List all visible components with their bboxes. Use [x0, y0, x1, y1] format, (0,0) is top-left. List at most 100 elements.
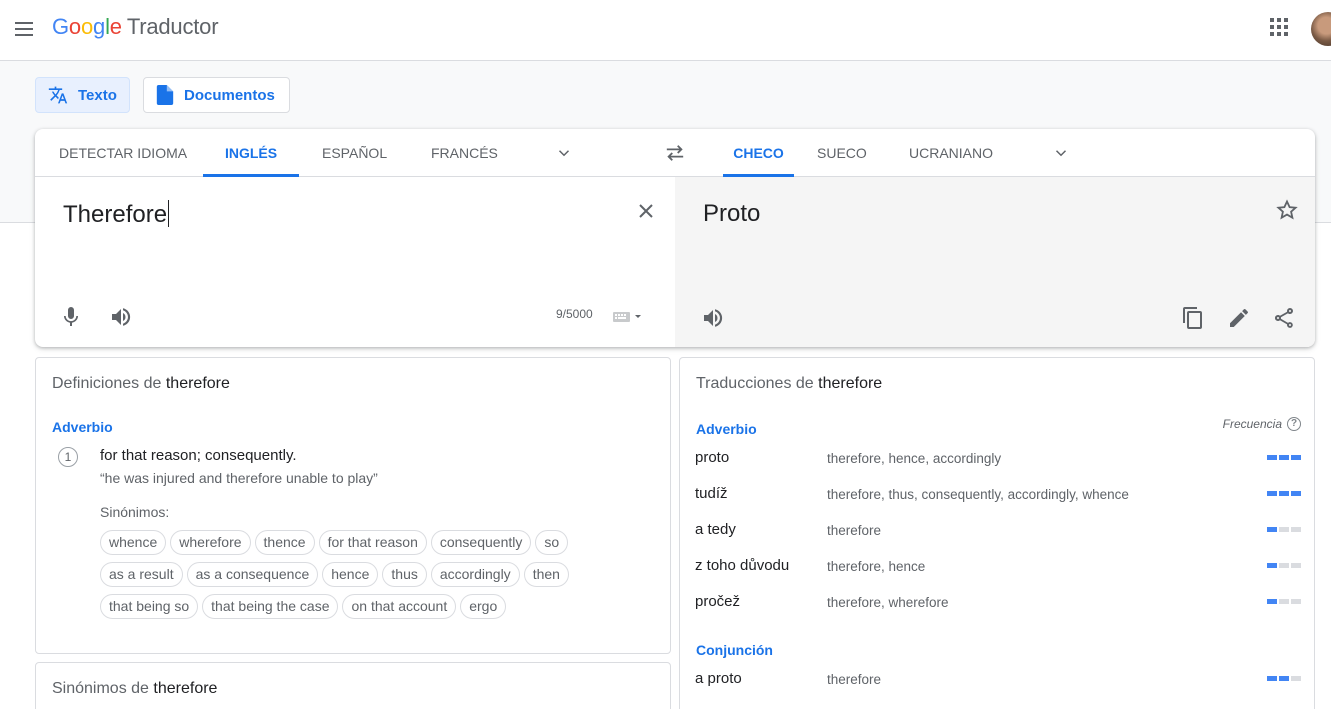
- microphone-icon[interactable]: [59, 305, 83, 329]
- google-translate-logo[interactable]: Google Traductor: [52, 14, 219, 40]
- user-avatar[interactable]: [1311, 12, 1331, 46]
- frequency-segment: [1279, 599, 1289, 604]
- share-translation-icon[interactable]: [1272, 306, 1296, 330]
- translation-word[interactable]: z toho důvodu: [695, 557, 789, 574]
- translation-back-synonyms: therefore: [827, 523, 882, 538]
- translations-panel: Traducciones de therefore Frecuencia ? A…: [679, 357, 1315, 709]
- help-question-icon[interactable]: ?: [1287, 417, 1301, 431]
- translation-row: proto therefore, hence, accordingly: [680, 449, 1314, 485]
- translation-back-synonyms: therefore, hence, accordingly: [827, 451, 1002, 466]
- translation-word[interactable]: tudíž: [695, 485, 728, 502]
- source-more-languages-chevron-down-icon[interactable]: [555, 144, 573, 162]
- translation-part-of-speech: Adverbio: [696, 421, 757, 437]
- product-name: Traductor: [126, 14, 219, 39]
- frequency-segment: [1267, 455, 1277, 460]
- documents-mode-button[interactable]: Documentos: [143, 77, 290, 113]
- definitions-title-prefix: Definiciones de: [52, 375, 162, 392]
- synonym-chip[interactable]: on that account: [342, 594, 457, 619]
- edit-translation-pencil-icon[interactable]: [1227, 306, 1251, 330]
- logo-letter: G: [52, 14, 69, 39]
- synonym-chip[interactable]: then: [523, 562, 569, 587]
- frequency-bar: [1267, 563, 1301, 568]
- synonyms-label: Sinónimos:: [100, 504, 170, 520]
- text-caret: [168, 200, 170, 227]
- swap-languages-icon[interactable]: [664, 143, 686, 163]
- translations-title-word: therefore: [818, 375, 883, 392]
- tab-source-spanish[interactable]: ESPAÑOL: [322, 129, 387, 177]
- source-text: Therefore: [63, 201, 168, 228]
- target-pane: Proto: [675, 177, 1315, 347]
- translation-part-of-speech: Conjunción: [696, 642, 773, 658]
- translation-back-synonyms: therefore, thus, consequently, according…: [827, 487, 1129, 502]
- source-speaker-icon[interactable]: [109, 305, 133, 329]
- translation-back-synonyms: therefore, hence: [827, 559, 926, 574]
- tab-target-swedish[interactable]: SUECO: [817, 129, 867, 177]
- clear-source-close-icon[interactable]: [634, 199, 658, 223]
- translation-word[interactable]: a proto: [695, 670, 742, 687]
- definitions-title: Definiciones de therefore: [52, 375, 230, 393]
- synonym-chip[interactable]: accordingly: [430, 562, 520, 587]
- synonym-chip[interactable]: thus: [382, 562, 427, 587]
- definition-number: 1: [58, 447, 78, 467]
- save-translation-star-icon[interactable]: [1275, 198, 1299, 222]
- apps-grid-icon[interactable]: [1270, 18, 1290, 38]
- synonym-chip[interactable]: ergo: [460, 594, 507, 619]
- tab-target-ukrainian[interactable]: UCRANIANO: [909, 129, 993, 177]
- tab-source-english[interactable]: INGLÉS: [203, 129, 299, 177]
- synonym-chip[interactable]: consequently: [430, 530, 532, 555]
- translation-row: tudíž therefore, thus, consequently, acc…: [680, 485, 1314, 521]
- synonym-chip[interactable]: wherefore: [170, 530, 251, 555]
- frequency-segment: [1279, 676, 1289, 681]
- definitions-title-word: therefore: [165, 375, 230, 392]
- translations-title-prefix: Traducciones de: [696, 375, 814, 392]
- frequency-segment: [1267, 563, 1277, 568]
- target-speaker-icon[interactable]: [701, 306, 725, 330]
- translated-text: Proto: [703, 200, 761, 227]
- synonyms-title-word: therefore: [153, 680, 218, 697]
- translation-word[interactable]: a tedy: [695, 521, 736, 538]
- tab-detect-language[interactable]: DETECTAR IDIOMA: [59, 129, 187, 177]
- tab-source-french[interactable]: FRANCÉS: [431, 129, 498, 177]
- tab-target-czech[interactable]: CHECO: [723, 129, 794, 177]
- copy-translation-icon[interactable]: [1181, 306, 1205, 330]
- part-of-speech: Adverbio: [52, 419, 113, 435]
- source-text-input[interactable]: Therefore: [63, 200, 170, 229]
- synonym-chip[interactable]: as a consequence: [186, 562, 319, 587]
- frequency-header: Frecuencia ?: [1223, 417, 1301, 431]
- synonym-chip[interactable]: that being so: [100, 594, 199, 619]
- synonym-chip[interactable]: as a result: [100, 562, 183, 587]
- target-more-languages-chevron-down-icon[interactable]: [1052, 144, 1070, 162]
- translate-icon: [48, 86, 68, 104]
- frequency-segment: [1267, 599, 1277, 604]
- translations-title: Traducciones de therefore: [696, 375, 882, 393]
- translation-word[interactable]: pročež: [695, 593, 740, 610]
- keyboard-icon[interactable]: [611, 305, 643, 329]
- frequency-segment: [1279, 563, 1289, 568]
- frequency-segment: [1279, 491, 1289, 496]
- hamburger-menu-icon[interactable]: [12, 16, 38, 42]
- document-icon: [156, 85, 174, 105]
- text-mode-button[interactable]: Texto: [35, 77, 130, 113]
- synonym-chip-row: that being so that being the case on tha…: [100, 594, 507, 619]
- synonym-chip[interactable]: hence: [322, 562, 379, 587]
- synonym-chip[interactable]: so: [535, 530, 569, 555]
- translation-card: DETECTAR IDIOMA INGLÉS ESPAÑOL FRANCÉS C…: [35, 129, 1315, 347]
- synonym-chip[interactable]: thence: [254, 530, 315, 555]
- synonym-chip[interactable]: for that reason: [318, 530, 427, 555]
- synonym-chip[interactable]: whence: [100, 530, 167, 555]
- definition-text: for that reason; consequently.: [100, 447, 297, 464]
- top-app-bar: Google Traductor: [0, 0, 1331, 61]
- synonym-chip[interactable]: that being the case: [202, 594, 339, 619]
- translation-word[interactable]: proto: [695, 449, 729, 466]
- synonym-chip-row: whence wherefore thence for that reason …: [100, 530, 569, 555]
- frequency-segment: [1267, 676, 1277, 681]
- documents-mode-label: Documentos: [184, 86, 275, 104]
- frequency-segment: [1291, 491, 1301, 496]
- frequency-segment: [1291, 676, 1301, 681]
- translation-row: a tedy therefore: [680, 521, 1314, 557]
- frequency-segment: [1291, 599, 1301, 604]
- logo-letter: e: [109, 14, 122, 39]
- logo-letter: o: [68, 14, 81, 39]
- synonyms-title-prefix: Sinónimos de: [52, 680, 149, 697]
- frequency-segment: [1279, 455, 1289, 460]
